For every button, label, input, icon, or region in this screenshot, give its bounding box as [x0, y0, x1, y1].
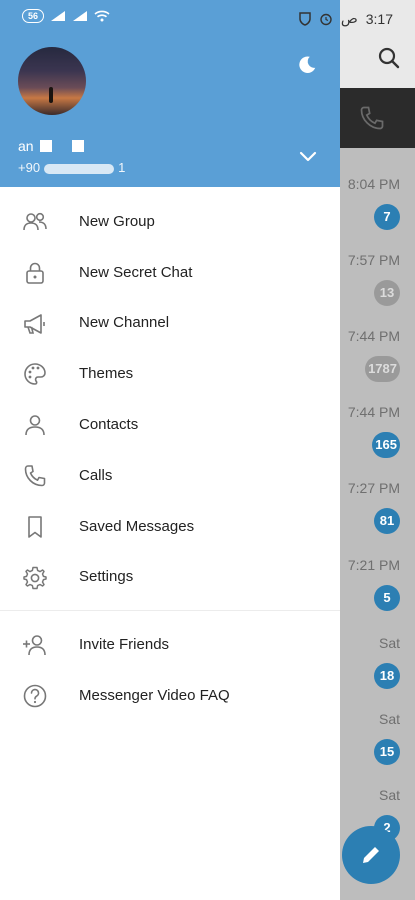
- volte-badge: 56: [22, 9, 45, 23]
- phone-prefix: +90: [18, 160, 41, 175]
- account-phone: +90 1: [18, 160, 125, 175]
- chat-time: Sat: [378, 711, 400, 727]
- menu-divider: [0, 610, 340, 612]
- compose-button[interactable]: [342, 826, 400, 884]
- chat-time: 7:21 PM: [347, 557, 400, 573]
- chat-time: Sat: [378, 635, 400, 651]
- redacted-phone: [44, 163, 115, 174]
- navigation-drawer: an +90 1 New Group New Secret Chat New C…: [0, 0, 340, 900]
- menu-item-saved-messages[interactable]: Saved Messages: [0, 501, 340, 552]
- person-icon: [25, 415, 45, 436]
- lock-icon: [26, 262, 44, 284]
- night-mode-icon[interactable]: [296, 54, 318, 76]
- help-icon: [23, 684, 47, 708]
- menu-item-label: Themes: [79, 365, 134, 383]
- menu-item-settings[interactable]: Settings: [0, 552, 340, 603]
- chat-row[interactable]: 7:57 PM 13: [340, 252, 415, 328]
- menu-item-label: Settings: [79, 568, 134, 586]
- chat-time: 7:44 PM: [347, 328, 400, 344]
- alarm-icon: [320, 13, 332, 25]
- status-time: 3:17: [365, 10, 393, 27]
- chevron-down-icon[interactable]: [298, 146, 318, 166]
- chat-row[interactable]: 7:44 PM 165: [340, 404, 415, 480]
- pencil-icon: [363, 847, 379, 863]
- signal-icon: [51, 11, 66, 21]
- menu-item-messenger-video-faq[interactable]: Messenger Video FAQ: [0, 670, 340, 721]
- menu-item-label: New Group: [79, 212, 155, 230]
- menu-item-label: Messenger Video FAQ: [79, 687, 230, 705]
- chat-row[interactable]: Sat 15: [340, 711, 415, 787]
- gear-icon: [23, 566, 47, 589]
- status-left: 56: [22, 9, 110, 23]
- phone-icon[interactable]: [358, 104, 386, 132]
- unread-badge: 13: [374, 280, 400, 306]
- menu-item-contacts[interactable]: Contacts: [0, 399, 340, 450]
- chat-row[interactable]: 7:44 PM 1787: [340, 328, 415, 404]
- unread-badge: 18: [374, 663, 400, 689]
- status-ampm: ص: [340, 10, 358, 26]
- chat-row[interactable]: 7:21 PM 5: [340, 557, 415, 633]
- wifi-icon: [94, 10, 110, 22]
- redacted-block: [71, 140, 84, 152]
- signal-icon: [73, 11, 88, 21]
- chat-time: Sat: [378, 787, 400, 803]
- status-bar: 56 ص 3:17: [0, 0, 415, 34]
- chat-time: 7:27 PM: [347, 480, 400, 496]
- unread-badge: 81: [374, 508, 400, 534]
- unread-badge: 1787: [365, 356, 400, 382]
- menu-item-label: Invite Friends: [79, 636, 170, 654]
- chat-time: 7:44 PM: [347, 404, 400, 420]
- search-icon[interactable]: [377, 46, 401, 70]
- account-name-text: an: [18, 138, 34, 154]
- palette-icon: [24, 363, 46, 386]
- avatar-figure: [49, 87, 53, 103]
- chat-row[interactable]: 7:27 PM 81: [340, 480, 415, 556]
- menu-item-label: Contacts: [79, 416, 139, 434]
- shield-icon: [299, 11, 311, 26]
- chat-row[interactable]: Sat 18: [340, 635, 415, 711]
- menu-item-label: Saved Messages: [79, 517, 195, 535]
- group-icon: [23, 212, 47, 231]
- redacted-block: [39, 140, 52, 152]
- chat-time: 8:04 PM: [347, 176, 400, 192]
- account-name: an: [18, 138, 84, 154]
- menu-item-new-secret-chat[interactable]: New Secret Chat: [0, 247, 340, 298]
- bookmark-icon: [28, 515, 42, 538]
- menu-item-new-group[interactable]: New Group: [0, 196, 340, 247]
- phone-icon: [24, 465, 46, 487]
- phone-suffix: 1: [118, 160, 126, 175]
- menu-item-invite-friends[interactable]: Invite Friends: [0, 619, 340, 670]
- menu-item-label: Calls: [79, 466, 113, 484]
- add-person-icon: [23, 635, 46, 656]
- unread-badge: 15: [374, 739, 400, 765]
- chat-row[interactable]: 8:04 PM 7: [340, 176, 415, 252]
- chat-time: 7:57 PM: [347, 252, 400, 268]
- menu-item-calls[interactable]: Calls: [0, 450, 340, 501]
- menu-item-label: New Secret Chat: [79, 263, 193, 281]
- megaphone-icon: [24, 313, 45, 334]
- drawer-menu: New Group New Secret Chat New Channel Th…: [0, 196, 340, 721]
- menu-item-new-channel[interactable]: New Channel: [0, 298, 340, 349]
- menu-item-label: New Channel: [79, 314, 170, 332]
- menu-item-themes[interactable]: Themes: [0, 348, 340, 399]
- status-right: ص 3:17: [299, 10, 393, 27]
- unread-badge: 165: [372, 432, 400, 458]
- unread-badge: 5: [374, 585, 400, 611]
- avatar[interactable]: [18, 47, 86, 115]
- unread-badge: 7: [374, 204, 400, 230]
